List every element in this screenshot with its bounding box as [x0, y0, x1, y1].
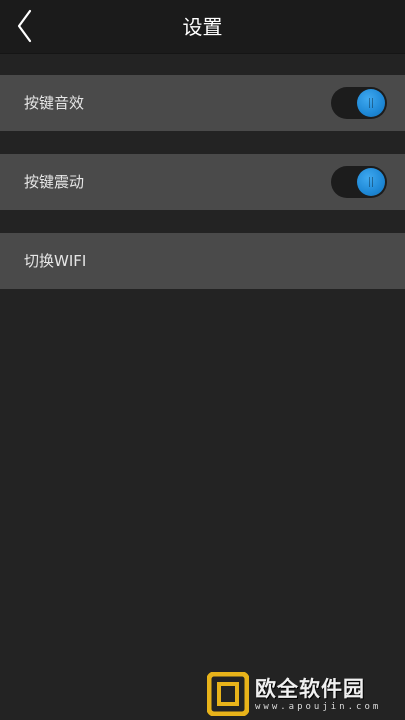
watermark: 欧全软件园 www.apoujin.com: [203, 670, 403, 718]
toggle-knob: [357, 89, 385, 117]
top-bar: 设置: [0, 0, 405, 54]
key-vibration-toggle[interactable]: [331, 166, 387, 198]
toggle-knob: [357, 168, 385, 196]
setting-row-switch-wifi[interactable]: 切换WIFI: [0, 233, 405, 289]
watermark-logo-icon: [207, 672, 249, 716]
key-sound-toggle[interactable]: [331, 87, 387, 119]
grip-line: [369, 98, 370, 108]
setting-row-key-sound: 按键音效: [0, 75, 405, 131]
grip-line: [372, 98, 373, 108]
key-sound-label: 按键音效: [24, 94, 85, 112]
setting-row-key-vibration: 按键震动: [0, 154, 405, 210]
key-vibration-label: 按键震动: [24, 173, 85, 191]
watermark-title: 欧全软件园: [255, 677, 365, 701]
watermark-url: www.apoujin.com: [255, 702, 382, 712]
grip-line: [372, 177, 373, 187]
grip-line: [369, 177, 370, 187]
page-title: 设置: [182, 15, 223, 39]
switch-wifi-label: 切换WIFI: [24, 252, 87, 270]
